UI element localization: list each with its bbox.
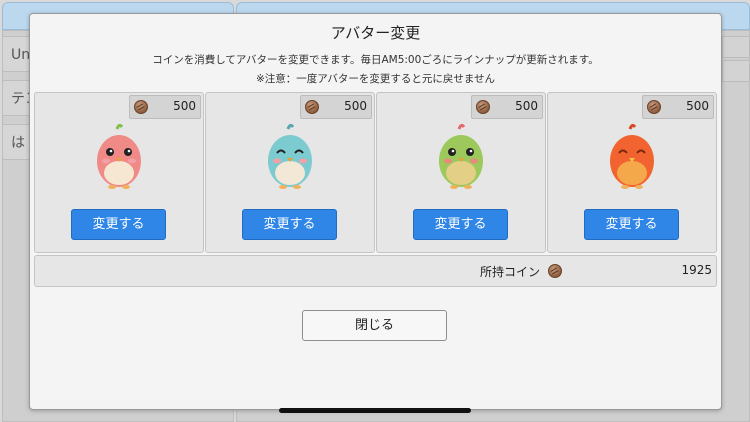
- owned-coins-value: 1925: [681, 263, 712, 277]
- bird-avatar-icon: [97, 123, 141, 189]
- avatar-card: 500 変更する: [34, 92, 204, 253]
- coin-icon: [134, 100, 148, 114]
- price-value: 500: [344, 99, 367, 113]
- avatar-card: 500 変更する: [205, 92, 375, 253]
- background-right-strip: [722, 60, 750, 82]
- dialog-description: コインを消費してアバターを変更できます。毎日AM5:00ごろにラインナップが更新…: [152, 54, 599, 66]
- price-tag: 500: [300, 95, 372, 119]
- price-value: 500: [173, 99, 196, 113]
- avatar-card: 500 変更する: [547, 92, 717, 253]
- change-avatar-button[interactable]: 変更する: [242, 209, 337, 240]
- avatar-card: 500 変更する: [376, 92, 546, 253]
- price-tag: 500: [642, 95, 714, 119]
- close-button[interactable]: 閉じる: [302, 310, 447, 341]
- coin-icon: [548, 264, 562, 278]
- price-value: 500: [686, 99, 709, 113]
- background-right-strip: [722, 36, 750, 58]
- change-avatar-button[interactable]: 変更する: [71, 209, 166, 240]
- dialog-warning: ※注意：一度アバターを変更すると元に戻せません: [255, 73, 496, 85]
- coin-icon: [647, 100, 661, 114]
- bird-avatar-icon: [610, 123, 654, 189]
- bird-avatar-icon: [439, 123, 483, 189]
- coin-icon: [305, 100, 319, 114]
- bird-avatar-icon: [268, 123, 312, 189]
- change-avatar-button[interactable]: 変更する: [584, 209, 679, 240]
- dialog-title: アバター変更: [330, 24, 421, 42]
- price-tag: 500: [471, 95, 543, 119]
- price-tag: 500: [129, 95, 201, 119]
- avatar-change-dialog: アバター変更 コインを消費してアバターを変更できます。毎日AM5:00ごろにライ…: [29, 13, 722, 410]
- price-value: 500: [515, 99, 538, 113]
- change-avatar-button[interactable]: 変更する: [413, 209, 508, 240]
- home-indicator[interactable]: [279, 408, 471, 413]
- owned-coins-bar: 所持コイン 1925: [34, 255, 717, 287]
- coin-icon: [476, 100, 490, 114]
- owned-coins-label: 所持コイン: [480, 265, 541, 279]
